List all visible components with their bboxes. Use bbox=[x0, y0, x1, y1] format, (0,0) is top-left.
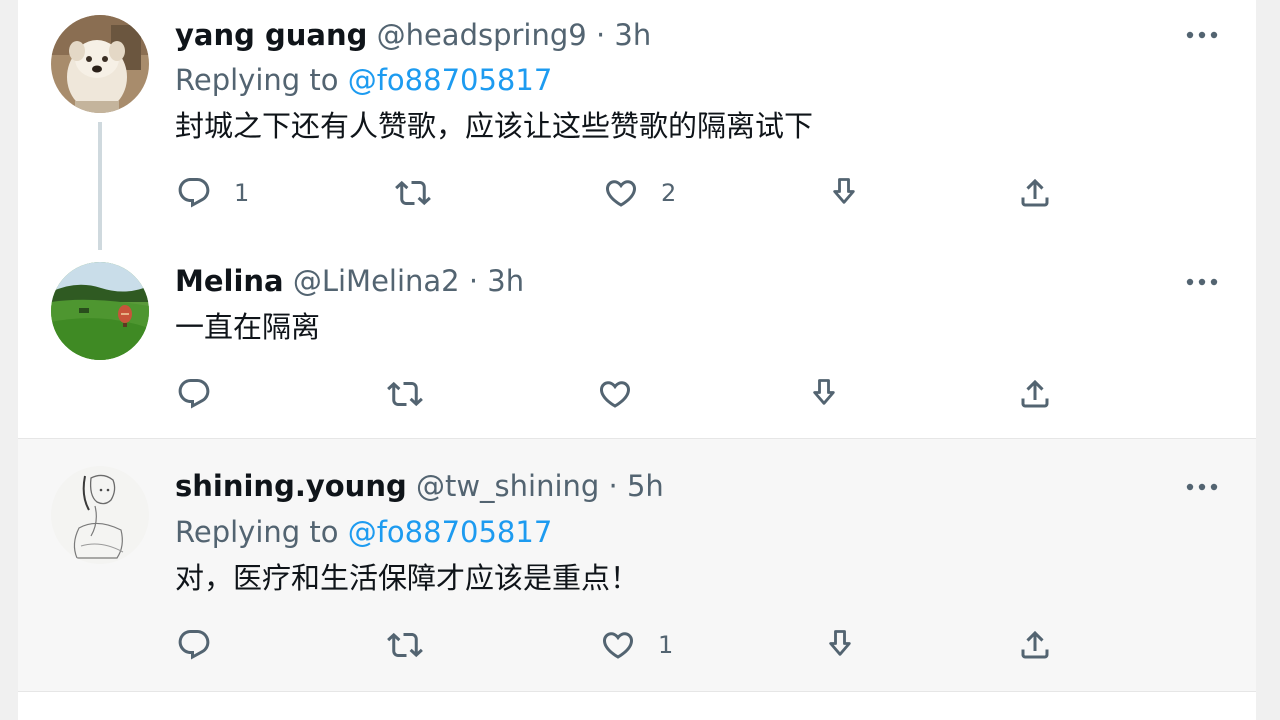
timestamp[interactable]: 3h bbox=[614, 18, 651, 52]
reply-count: 1 bbox=[234, 179, 250, 207]
timestamp[interactable]: 5h bbox=[627, 469, 664, 503]
avatar[interactable] bbox=[51, 466, 149, 564]
display-name[interactable]: shining.young bbox=[175, 469, 407, 503]
share-button[interactable] bbox=[1017, 625, 1053, 665]
more-options-button[interactable] bbox=[1184, 472, 1220, 502]
retweet-button[interactable] bbox=[387, 374, 445, 414]
thread-line bbox=[98, 122, 102, 250]
replying-prefix: Replying to bbox=[175, 63, 348, 97]
like-icon bbox=[605, 180, 637, 207]
more-icon bbox=[1186, 278, 1218, 286]
tweet-melina[interactable]: Melina @LiMelina2 · 3h 一直在隔离 bbox=[18, 250, 1256, 438]
like-button[interactable] bbox=[597, 374, 655, 414]
more-options-button[interactable] bbox=[1184, 20, 1220, 50]
display-name[interactable]: Melina bbox=[175, 264, 284, 298]
avatar[interactable] bbox=[51, 15, 149, 113]
replying-to: Replying to @fo88705817 bbox=[175, 514, 552, 550]
download-button[interactable] bbox=[822, 625, 858, 665]
user-handle[interactable]: @headspring9 bbox=[377, 18, 587, 52]
user-handle[interactable]: @LiMelina2 bbox=[293, 264, 460, 298]
like-icon bbox=[602, 632, 634, 659]
retweet-button[interactable] bbox=[395, 173, 453, 213]
like-button[interactable]: 1 bbox=[600, 625, 673, 665]
retweet-icon bbox=[395, 180, 431, 206]
share-icon bbox=[1021, 178, 1049, 207]
replying-prefix: Replying to bbox=[175, 515, 348, 549]
tweet-text: 对，医疗和生活保障才应该是重点！ bbox=[175, 561, 640, 595]
share-icon bbox=[1021, 379, 1049, 408]
separator-dot: · bbox=[468, 264, 479, 298]
reply-button[interactable]: 1 bbox=[176, 173, 249, 213]
download-icon bbox=[833, 178, 855, 204]
retweet-icon bbox=[387, 632, 423, 658]
retweet-icon bbox=[387, 381, 423, 407]
reply-button[interactable] bbox=[176, 374, 234, 414]
like-button[interactable]: 2 bbox=[603, 173, 676, 213]
mention-link[interactable]: @fo88705817 bbox=[348, 515, 553, 549]
avatar[interactable] bbox=[51, 262, 149, 360]
mention-link[interactable]: @fo88705817 bbox=[348, 63, 553, 97]
reply-icon bbox=[178, 630, 210, 660]
tweet-yang-guang[interactable]: yang guang @headspring9 · 3h Replying to… bbox=[18, 0, 1256, 250]
download-button[interactable] bbox=[806, 374, 842, 414]
timeline: yang guang @headspring9 · 3h Replying to… bbox=[18, 0, 1256, 720]
separator-dot: · bbox=[595, 18, 606, 52]
more-icon bbox=[1186, 31, 1218, 39]
tweet-header: shining.young @tw_shining · 5h bbox=[175, 468, 664, 504]
like-icon bbox=[599, 381, 631, 408]
download-icon bbox=[813, 379, 835, 405]
tweet-header: Melina @LiMelina2 · 3h bbox=[175, 263, 524, 299]
download-button[interactable] bbox=[826, 173, 862, 213]
like-count: 1 bbox=[658, 631, 674, 659]
reply-icon bbox=[178, 379, 210, 409]
tweet-text: 封城之下还有人赞歌，应该让这些赞歌的隔离试下 bbox=[175, 109, 814, 143]
reply-button[interactable] bbox=[176, 625, 234, 665]
more-icon bbox=[1186, 483, 1218, 491]
timestamp[interactable]: 3h bbox=[487, 264, 524, 298]
tweet-text: 一直在隔离 bbox=[175, 310, 321, 344]
share-button[interactable] bbox=[1017, 173, 1053, 213]
reply-icon bbox=[178, 178, 210, 208]
display-name[interactable]: yang guang bbox=[175, 18, 367, 52]
tweet-header: yang guang @headspring9 · 3h bbox=[175, 17, 651, 53]
replying-to: Replying to @fo88705817 bbox=[175, 62, 552, 98]
download-icon bbox=[829, 630, 851, 656]
share-button[interactable] bbox=[1017, 374, 1053, 414]
more-options-button[interactable] bbox=[1184, 267, 1220, 297]
next-tweet-partial bbox=[18, 692, 1256, 720]
separator-dot: · bbox=[608, 469, 618, 503]
like-count: 2 bbox=[661, 179, 677, 207]
user-handle[interactable]: @tw_shining bbox=[416, 469, 599, 503]
tweet-shining-young[interactable]: shining.young @tw_shining · 5h Replying … bbox=[18, 439, 1256, 691]
share-icon bbox=[1021, 630, 1049, 659]
retweet-button[interactable] bbox=[387, 625, 445, 665]
